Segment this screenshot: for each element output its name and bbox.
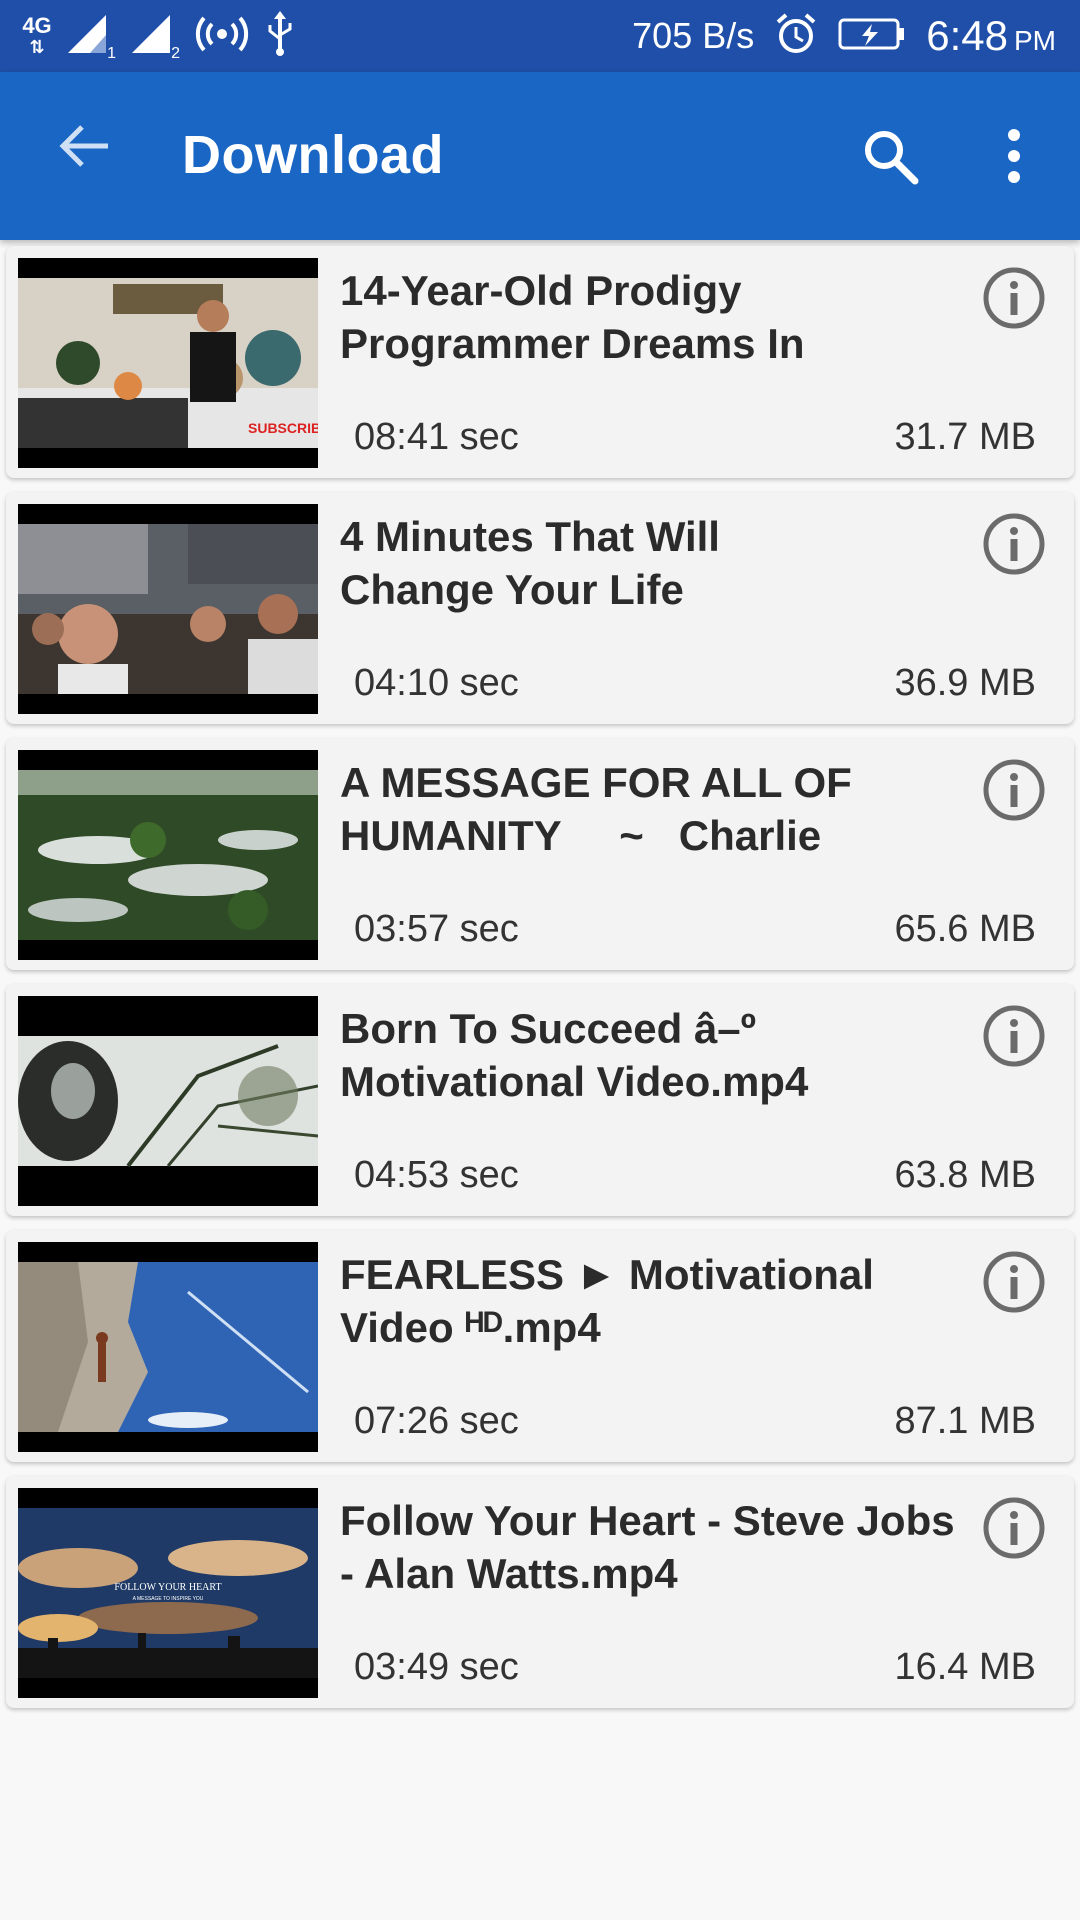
back-button[interactable] <box>46 108 122 184</box>
clock: 6:48 PM <box>926 12 1056 60</box>
app-bar: Download <box>0 72 1080 240</box>
video-duration: 08:41 sec <box>354 416 519 458</box>
info-icon <box>983 267 1045 329</box>
info-button[interactable] <box>982 1250 1046 1314</box>
sim1-label: 1 <box>107 45 116 62</box>
video-duration: 04:53 sec <box>354 1154 519 1196</box>
info-button[interactable] <box>982 1496 1046 1560</box>
video-size: 87.1 MB <box>894 1400 1036 1442</box>
video-item[interactable]: A MESSAGE FOR ALL OF HUMANITY ~ Charlie … <box>6 738 1074 970</box>
clock-ampm: PM <box>1014 25 1056 56</box>
video-thumbnail-icon <box>18 1036 318 1168</box>
alarm-icon <box>774 12 818 61</box>
video-size: 16.4 MB <box>894 1646 1036 1688</box>
info-icon <box>983 513 1045 575</box>
status-bar: 4G ⇅ 1 2 705 B/s 6:48 PM <box>0 0 1080 72</box>
info-button[interactable] <box>982 758 1046 822</box>
arrow-left-icon <box>59 125 108 167</box>
info-icon <box>983 1497 1045 1559</box>
clock-time: 6:48 <box>926 12 1008 59</box>
sim2-label: 2 <box>171 45 180 62</box>
video-thumbnail[interactable] <box>18 996 318 1206</box>
thumbnail-caption: FOLLOW YOUR HEART <box>114 1582 221 1593</box>
info-button[interactable] <box>982 266 1046 330</box>
video-title: A MESSAGE FOR ALL OF HUMANITY ~ Charlie <box>340 759 852 859</box>
battery-charging-icon <box>838 16 906 57</box>
video-duration: 03:57 sec <box>354 908 519 950</box>
info-button[interactable] <box>982 512 1046 576</box>
status-bar-left: 4G ⇅ 1 2 <box>22 10 296 62</box>
video-thumbnail-icon <box>18 524 318 694</box>
video-thumbnail[interactable]: SUBSCRIBE <box>18 258 318 468</box>
video-item[interactable]: SUBSCRIBE 14-Year-Old Prodigy Programmer… <box>6 246 1074 478</box>
video-thumbnail[interactable] <box>18 750 318 960</box>
video-duration: 03:49 sec <box>354 1646 519 1688</box>
usb-icon <box>264 10 296 62</box>
video-title: FEARLESS ► Motivational Video ᴴᴰ.mp4 <box>340 1251 874 1351</box>
video-thumbnail[interactable]: FOLLOW YOUR HEART A MESSAGE TO INSPIRE Y… <box>18 1488 318 1698</box>
info-button[interactable] <box>982 1004 1046 1068</box>
search-icon <box>865 131 919 185</box>
video-item[interactable]: FOLLOW YOUR HEART A MESSAGE TO INSPIRE Y… <box>6 1476 1074 1708</box>
info-icon <box>983 1251 1045 1313</box>
net-speed: 705 B/s <box>632 15 755 56</box>
status-bar-right: 705 B/s 6:48 PM <box>632 8 1056 64</box>
video-size: 65.6 MB <box>894 908 1036 950</box>
network-type-label: 4G <box>22 12 52 38</box>
video-duration: 04:10 sec <box>354 662 519 704</box>
video-thumbnail-icon <box>18 770 318 940</box>
svg-text:SUBSCRIBE: SUBSCRIBE <box>248 420 318 436</box>
video-title: Follow Your Heart - Steve Jobs - Alan Wa… <box>340 1497 955 1597</box>
video-thumbnail[interactable] <box>18 504 318 714</box>
video-size: 63.8 MB <box>894 1154 1036 1196</box>
video-thumbnail-icon: FOLLOW YOUR HEART A MESSAGE TO INSPIRE Y… <box>18 1508 318 1678</box>
info-icon <box>983 1005 1045 1067</box>
video-size: 36.9 MB <box>894 662 1036 704</box>
signal-sim1-icon: 1 <box>66 13 116 62</box>
video-duration: 07:26 sec <box>354 1400 519 1442</box>
more-options-button[interactable] <box>976 118 1052 194</box>
search-button[interactable] <box>852 118 928 194</box>
video-title: 4 Minutes That Will Change Your Life <box>340 513 720 613</box>
video-title: Born To Succeed â–º Motivational Video.m… <box>340 1005 809 1105</box>
video-size: 31.7 MB <box>894 416 1036 458</box>
video-thumbnail[interactable] <box>18 1242 318 1452</box>
hotspot-icon <box>194 14 250 59</box>
video-item[interactable]: 4 Minutes That Will Change Your Life 04:… <box>6 492 1074 724</box>
more-vert-icon <box>1008 129 1020 183</box>
video-item[interactable]: Born To Succeed â–º Motivational Video.m… <box>6 984 1074 1216</box>
video-thumbnail-icon: SUBSCRIBE <box>18 278 318 448</box>
thumbnail-subcaption: A MESSAGE TO INSPIRE YOU <box>133 1596 204 1602</box>
network-type-icon: 4G ⇅ <box>22 12 52 57</box>
info-icon <box>983 759 1045 821</box>
page-title: Download <box>182 125 444 185</box>
video-thumbnail-icon <box>18 1262 318 1432</box>
signal-sim2-icon: 2 <box>130 13 180 62</box>
video-title: 14-Year-Old Prodigy Programmer Dreams In <box>340 267 805 367</box>
video-item[interactable]: FEARLESS ► Motivational Video ᴴᴰ.mp4 07:… <box>6 1230 1074 1462</box>
